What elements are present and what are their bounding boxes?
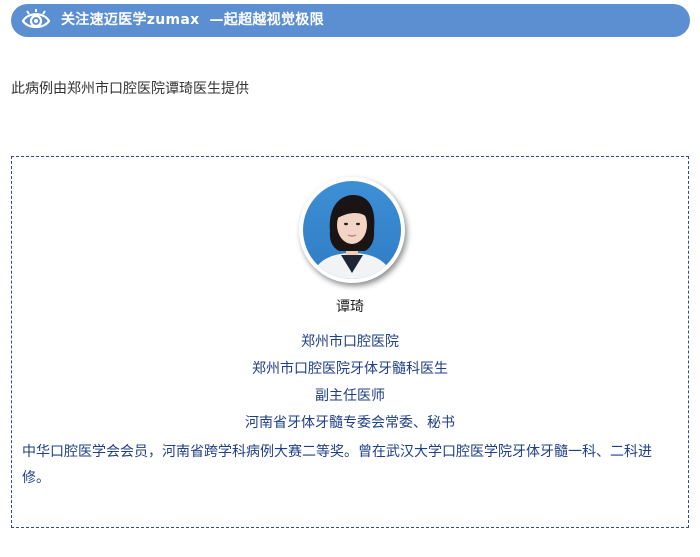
doctor-title: 副主任医师 [315,388,385,404]
doctor-department: 郑州市口腔医院牙体牙髓科医生 [252,361,448,377]
doctor-name: 谭琦 [336,299,364,315]
banner-text: 关注速迈医学zumax —起超越视觉极限 [61,4,324,37]
doctor-committee: 河南省牙体牙髓专委会常委、秘书 [245,415,455,431]
doctor-bio: 中华口腔医学会会员，河南省跨学科病例大赛二等奖。曾在武汉大学口腔医学院牙体牙髓一… [22,444,652,486]
doctor-photo [303,181,401,279]
avatar [299,177,405,283]
follow-banner[interactable]: 关注速迈医学zumax —起超越视觉极限 [11,4,690,37]
doctor-hospital: 郑州市口腔医院 [301,334,399,350]
eye-icon [21,8,51,32]
banner-title: 关注速迈医学zumax [61,12,200,28]
case-credit: 此病例由郑州市口腔医院谭琦医生提供 [11,81,249,97]
banner-slogan: —起超越视觉极限 [209,12,324,28]
doctor-profile-card: 谭琦 郑州市口腔医院 郑州市口腔医院牙体牙髓科医生 副主任医师 河南省牙体牙髓专… [11,156,689,528]
